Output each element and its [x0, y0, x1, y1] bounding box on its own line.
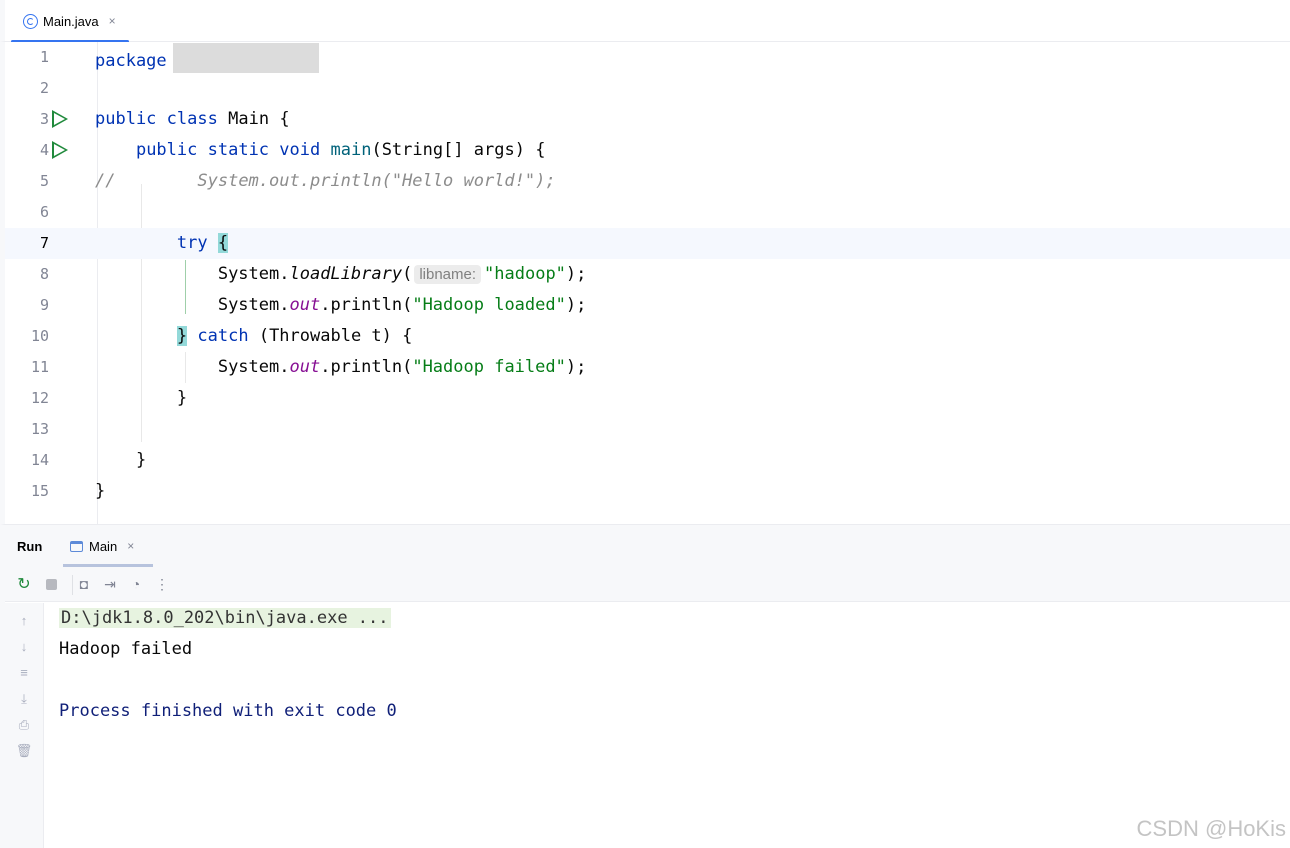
- soft-wrap-icon[interactable]: ≡: [15, 665, 33, 683]
- java-class-icon: [23, 13, 38, 29]
- close-icon[interactable]: ×: [109, 14, 116, 28]
- code-text: System.loadLibrary(libname: "hadoop");: [217, 264, 587, 284]
- matched-brace: }: [176, 326, 188, 346]
- run-class-icon[interactable]: [52, 110, 68, 128]
- code-line: 13: [5, 414, 1290, 445]
- line-number: 14: [30, 451, 49, 469]
- code-text: }: [95, 481, 106, 501]
- line-number: 11: [30, 358, 49, 376]
- code-text: try {: [176, 233, 229, 253]
- command-line: D:\jdk1.8.0_202\bin\java.exe ...: [59, 608, 391, 628]
- code-editor[interactable]: 1 package 2 3 public class Main { 4 publ…: [0, 42, 1290, 524]
- line-number: 1: [39, 48, 49, 66]
- console-line-command: D:\jdk1.8.0_202\bin\java.exe ...: [59, 603, 391, 634]
- code-line: 12 }: [5, 383, 1290, 414]
- code-line: 11 System.out.println("Hadoop failed");: [5, 352, 1290, 383]
- code-text: public static void main(String[] args) {: [135, 140, 546, 160]
- tab-label: Main.java: [43, 13, 99, 29]
- watermark: CSDN @HoKis: [1136, 816, 1286, 841]
- code-text: System.out.println("Hadoop failed");: [217, 357, 587, 377]
- trash-icon[interactable]: 🗑: [15, 743, 33, 761]
- code-line: 9 System.out.println("Hadoop loaded");: [5, 290, 1290, 321]
- console-line-output: Hadoop failed: [59, 639, 193, 659]
- rerun-icon[interactable]: ↻: [15, 575, 33, 593]
- code-line: 5 // System.out.println("Hello world!");: [5, 166, 1290, 197]
- tab-main-java[interactable]: Main.java ×: [11, 0, 129, 43]
- code-line: 15 }: [5, 476, 1290, 507]
- profiler-icon[interactable]: ◔: [127, 575, 145, 593]
- code-text: public class Main {: [95, 109, 290, 129]
- line-number: 5: [39, 172, 49, 190]
- run-tab-main[interactable]: Main ×: [63, 525, 153, 567]
- scroll-end-icon[interactable]: ⤓: [15, 691, 33, 709]
- toolbar-separator: [72, 575, 73, 595]
- close-icon[interactable]: ×: [127, 539, 134, 553]
- code-line-current: 7 try {: [5, 228, 1290, 259]
- code-line: 10 } catch (Throwable t) {: [5, 321, 1290, 352]
- up-arrow-icon[interactable]: ↑: [15, 613, 33, 631]
- line-number: 13: [30, 420, 49, 438]
- run-panel-title: Run: [17, 539, 43, 554]
- exit-icon[interactable]: ⇥: [101, 575, 119, 593]
- line-number: 2: [39, 79, 49, 97]
- camera-icon[interactable]: ◘: [75, 575, 93, 593]
- console-output[interactable]: D:\jdk1.8.0_202\bin\java.exe ... Hadoop …: [59, 603, 397, 721]
- line-number: 3: [39, 110, 49, 128]
- matched-brace: {: [217, 233, 229, 253]
- console-line-exit: Process finished with exit code 0: [59, 701, 397, 721]
- line-number: 4: [39, 141, 49, 159]
- line-number: 7: [39, 234, 49, 252]
- line-number: 15: [30, 482, 49, 500]
- code-text: }: [176, 388, 188, 408]
- down-arrow-icon[interactable]: ↓: [15, 639, 33, 657]
- more-icon[interactable]: ⋮: [153, 575, 171, 593]
- line-number: 9: [39, 296, 49, 314]
- editor-tab-bar: Main.java ×: [0, 0, 1290, 43]
- code-text: }: [135, 450, 147, 470]
- run-panel-header: Run Main ×: [5, 525, 1290, 567]
- code-line: 8 System.loadLibrary(libname: "hadoop");: [5, 259, 1290, 290]
- code-line: 1 package: [5, 42, 1290, 73]
- code-line: 6: [5, 197, 1290, 228]
- run-config-icon: [70, 540, 83, 552]
- run-tool-window: Run Main × ↻ ◘ ⇥ ◔ ⋮ ↑ ↓ ≡ ⤓ ⎙ 🗑 D:\jdk1…: [0, 524, 1290, 848]
- run-tab-label: Main: [89, 538, 118, 554]
- code-line: 14 }: [5, 445, 1290, 476]
- code-line: 2: [5, 73, 1290, 104]
- console-sidebar: ↑ ↓ ≡ ⤓ ⎙ 🗑: [5, 603, 44, 848]
- parameter-hint: libname:: [414, 265, 482, 284]
- line-number: 12: [30, 389, 49, 407]
- line-number: 10: [30, 327, 49, 345]
- code-text: System.out.println("Hadoop loaded");: [217, 295, 587, 315]
- code-text: } catch (Throwable t) {: [176, 326, 413, 346]
- line-number: 6: [39, 203, 49, 221]
- print-icon[interactable]: ⎙: [15, 717, 33, 735]
- run-main-icon[interactable]: [52, 141, 68, 159]
- code-line: 3 public class Main {: [5, 104, 1290, 135]
- run-toolbar: ↻ ◘ ⇥ ◔ ⋮: [5, 567, 1290, 602]
- code-text: package: [95, 43, 319, 76]
- stop-icon[interactable]: [42, 575, 60, 593]
- line-number: 8: [39, 265, 49, 283]
- code-line: 4 public static void main(String[] args)…: [5, 135, 1290, 166]
- redacted-package-name: [172, 43, 319, 73]
- code-text: // System.out.println("Hello world!");: [95, 171, 556, 191]
